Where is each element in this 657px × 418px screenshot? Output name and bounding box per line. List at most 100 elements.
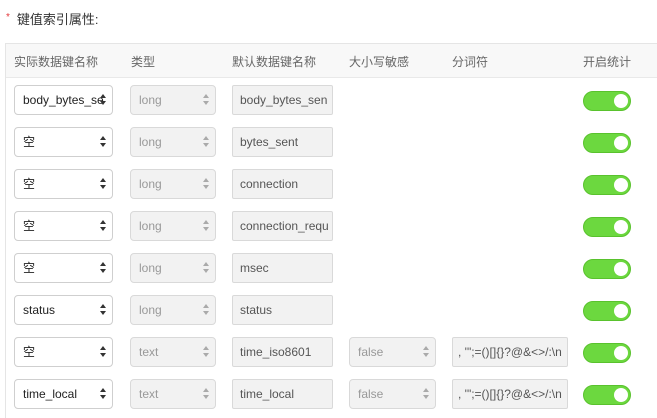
select-arrows-icon	[99, 254, 107, 282]
table-row: 空 text time_iso8601 false , '";=()[]{}?@…	[6, 330, 657, 372]
table-header: 实际数据键名称 类型 默认数据键名称 大小写敏感 分词符 开启统计	[6, 44, 657, 78]
select-arrows-icon	[202, 254, 210, 282]
alias-input[interactable]: msec	[232, 253, 333, 283]
stats-toggle[interactable]	[583, 301, 631, 321]
alias-value: body_bytes_sen	[240, 93, 328, 107]
toggle-knob	[614, 94, 628, 108]
alias-value: time_local	[240, 387, 295, 401]
stats-toggle[interactable]	[583, 91, 631, 111]
case-sensitive-value: false	[358, 387, 384, 401]
alias-input[interactable]: bytes_sent	[232, 127, 333, 157]
select-arrows-icon	[99, 380, 107, 408]
type-value: long	[139, 135, 162, 149]
field-name-value: 空	[23, 219, 36, 233]
type-value: text	[139, 345, 159, 359]
field-name-select[interactable]: status	[14, 295, 113, 325]
field-name-select[interactable]: 空	[14, 211, 113, 241]
index-fields-table: 实际数据键名称 类型 默认数据键名称 大小写敏感 分词符 开启统计 body_b…	[5, 43, 657, 418]
select-arrows-icon	[202, 296, 210, 324]
field-name-value: time_local	[23, 387, 78, 401]
toggle-knob	[614, 388, 628, 402]
index-attributes-label: * 键值索引属性:	[6, 9, 99, 28]
delimiter-input[interactable]: , '";=()[]{}?@&<>/:\n	[452, 337, 568, 367]
type-select[interactable]: long	[130, 127, 216, 157]
field-name-value: 空	[23, 345, 36, 359]
select-arrows-icon	[99, 128, 107, 156]
type-select[interactable]: long	[130, 253, 216, 283]
delimiter-input[interactable]: , '";=()[]{}?@&<>/:\n	[452, 379, 568, 409]
select-arrows-icon	[99, 338, 107, 366]
select-arrows-icon	[99, 212, 107, 240]
col-case-sensitive: 大小写敏感	[349, 55, 410, 69]
type-select[interactable]: long	[130, 211, 216, 241]
col-stats: 开启统计	[583, 55, 632, 69]
type-select[interactable]: long	[130, 169, 216, 199]
alias-input[interactable]: time_local	[232, 379, 333, 409]
table-row: 空 long msec	[6, 246, 657, 288]
alias-value: msec	[240, 261, 269, 275]
col-delimiter: 分词符	[452, 55, 489, 69]
field-name-select[interactable]: 空	[14, 337, 113, 367]
stats-toggle[interactable]	[583, 259, 631, 279]
select-arrows-icon	[202, 212, 210, 240]
field-name-select[interactable]: 空	[14, 127, 113, 157]
alias-value: status	[240, 303, 273, 317]
table-row: 空 long bytes_sent	[6, 120, 657, 162]
alias-input[interactable]: connection_requ	[232, 211, 333, 241]
field-name-value: body_bytes_se	[23, 93, 104, 107]
select-arrows-icon	[422, 338, 430, 366]
select-arrows-icon	[99, 170, 107, 198]
type-value: long	[139, 303, 162, 317]
type-value: long	[139, 219, 162, 233]
table-row: body_bytes_se long body_bytes_sen	[6, 78, 657, 120]
alias-value: connection	[240, 177, 299, 191]
case-sensitive-select[interactable]: false	[349, 337, 436, 367]
col-field-name: 实际数据键名称	[14, 55, 99, 69]
select-arrows-icon	[202, 86, 210, 114]
select-arrows-icon	[202, 380, 210, 408]
field-name-value: status	[23, 303, 56, 317]
type-value: text	[139, 387, 159, 401]
stats-toggle[interactable]	[583, 217, 631, 237]
field-name-select[interactable]: time_local	[14, 379, 113, 409]
alias-input[interactable]: body_bytes_sen	[232, 85, 333, 115]
toggle-knob	[614, 262, 628, 276]
delimiter-value: , '";=()[]{}?@&<>/:\n	[458, 345, 562, 359]
section-title: 键值索引属性:	[16, 12, 99, 27]
alias-value: connection_requ	[240, 219, 329, 233]
type-select[interactable]: long	[130, 295, 216, 325]
col-alias: 默认数据键名称	[232, 55, 317, 69]
toggle-knob	[614, 136, 628, 150]
type-select[interactable]: text	[130, 337, 216, 367]
toggle-knob	[614, 304, 628, 318]
stats-toggle[interactable]	[583, 343, 631, 363]
field-name-select[interactable]: 空	[14, 169, 113, 199]
select-arrows-icon	[99, 296, 107, 324]
type-value: long	[139, 177, 162, 191]
field-name-select[interactable]: body_bytes_se	[14, 85, 113, 115]
type-select[interactable]: long	[130, 85, 216, 115]
case-sensitive-select[interactable]: false	[349, 379, 436, 409]
alias-input[interactable]: status	[232, 295, 333, 325]
field-name-value: 空	[23, 135, 36, 149]
table-row: 空 long connection	[6, 162, 657, 204]
table-row: status long status	[6, 288, 657, 330]
toggle-knob	[614, 220, 628, 234]
stats-toggle[interactable]	[583, 133, 631, 153]
case-sensitive-value: false	[358, 345, 384, 359]
stats-toggle[interactable]	[583, 175, 631, 195]
select-arrows-icon	[422, 380, 430, 408]
field-name-value: 空	[23, 261, 36, 275]
stats-toggle[interactable]	[583, 385, 631, 405]
type-select[interactable]: text	[130, 379, 216, 409]
field-name-select[interactable]: 空	[14, 253, 113, 283]
col-type: 类型	[131, 55, 156, 69]
delimiter-value: , '";=()[]{}?@&<>/:\n	[458, 387, 562, 401]
select-arrows-icon	[202, 170, 210, 198]
select-arrows-icon	[99, 86, 107, 114]
alias-input[interactable]: connection	[232, 169, 333, 199]
required-mark: *	[6, 12, 10, 23]
alias-input[interactable]: time_iso8601	[232, 337, 333, 367]
type-value: long	[139, 261, 162, 275]
toggle-knob	[614, 346, 628, 360]
